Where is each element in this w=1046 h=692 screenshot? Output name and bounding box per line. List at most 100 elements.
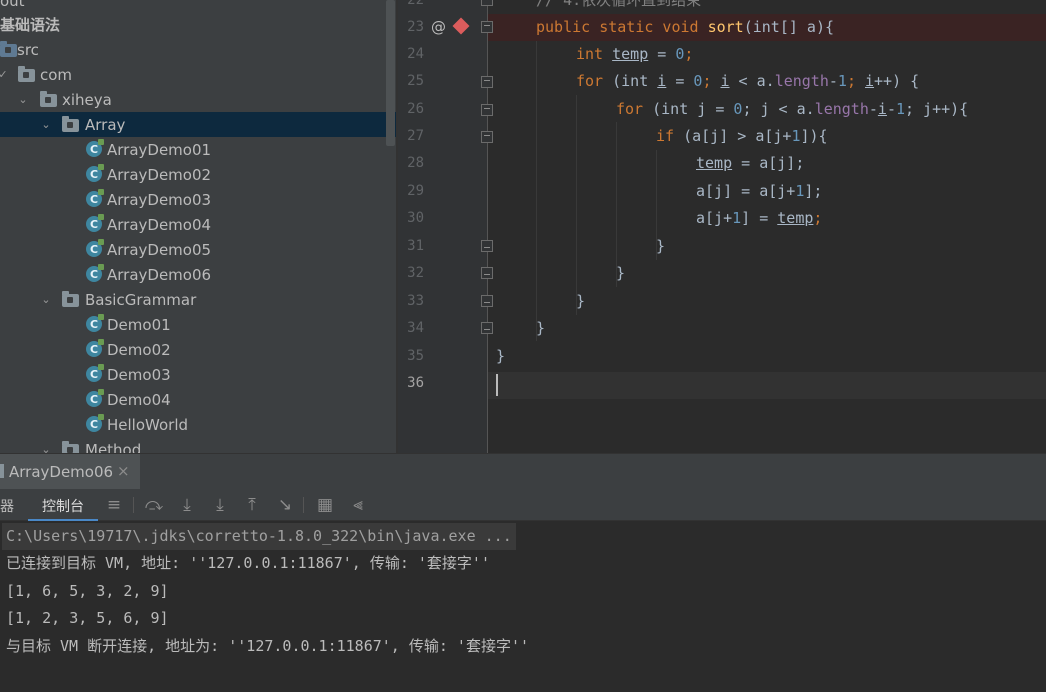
- tree-item-label: out: [0, 0, 25, 10]
- override-marker-icon[interactable]: @: [431, 14, 446, 41]
- line-number: 27: [407, 128, 424, 144]
- run-to-cursor-icon[interactable]: ↘: [275, 495, 295, 515]
- code-token: (a[j] > a[j+: [683, 127, 792, 145]
- tree-item-label: Array: [85, 115, 126, 134]
- fold-open-icon[interactable]: [481, 21, 493, 33]
- chevron-down-icon[interactable]: ✓: [0, 68, 9, 81]
- tree-item-class[interactable]: C ArrayDemo05: [0, 237, 396, 262]
- java-class-icon: C: [86, 164, 104, 182]
- code-token: i: [720, 72, 730, 90]
- force-step-into-icon[interactable]: ⤓: [210, 495, 230, 515]
- trace-icon[interactable]: ⫷: [348, 495, 368, 515]
- chevron-down-icon[interactable]: ⌄: [40, 118, 52, 131]
- chevron-down-icon[interactable]: ⌄: [17, 93, 29, 106]
- debugger-tab[interactable]: 器: [0, 496, 14, 516]
- fold-close-icon[interactable]: [481, 295, 493, 307]
- fold-close-icon[interactable]: [481, 240, 493, 252]
- fold-open-icon[interactable]: [481, 104, 493, 116]
- indent-guide: [536, 41, 537, 341]
- tree-item-class[interactable]: C Demo01: [0, 312, 396, 337]
- fold-open-icon[interactable]: [481, 76, 493, 88]
- tree-item-src[interactable]: src: [0, 37, 396, 62]
- code-line-29: a[j] = a[j+1];: [696, 178, 822, 205]
- code-line-26: for (int j = 0; j < a.length-i-1; j++){: [616, 96, 968, 123]
- console-output[interactable]: C:\Users\19717\.jdks\corretto-1.8.0_322\…: [0, 521, 1046, 692]
- code-line-32: }: [616, 264, 626, 282]
- code-token: 1: [837, 72, 847, 90]
- fold-close-icon[interactable]: [481, 322, 493, 334]
- menu-icon[interactable]: ≡: [104, 495, 124, 515]
- evaluate-expression-icon[interactable]: ▦: [315, 495, 335, 515]
- toolbar-separator: [133, 497, 134, 513]
- code-line-35: }: [496, 347, 506, 365]
- tree-item-xiheya[interactable]: ⌄ xiheya: [0, 87, 396, 112]
- step-into-icon[interactable]: ⤓: [177, 495, 197, 515]
- step-out-icon[interactable]: ⤒: [242, 495, 262, 515]
- console-tab[interactable]: 控制台: [42, 496, 84, 516]
- code-token: public static void: [536, 18, 708, 36]
- package-icon: [18, 66, 35, 82]
- fold-open-icon[interactable]: [481, 0, 493, 6]
- code-line-25: for (int i = 0; i < a.length-1; i++) {: [576, 68, 919, 95]
- tree-item-com[interactable]: ✓ com: [0, 62, 396, 87]
- run-tab[interactable]: ArrayDemo06 ×: [0, 454, 140, 489]
- tree-scrollbar[interactable]: [386, 0, 395, 146]
- line-number: 33: [407, 293, 424, 309]
- chevron-down-icon[interactable]: ⌄: [40, 293, 52, 306]
- java-class-icon: C: [86, 364, 104, 382]
- code-token: ;: [813, 209, 823, 227]
- console-line: [1, 6, 5, 3, 2, 9]: [6, 582, 169, 600]
- tree-item-basicgrammar[interactable]: ⌄ BasicGrammar: [0, 287, 396, 312]
- tree-item-class[interactable]: C ArrayDemo02: [0, 162, 396, 187]
- code-line-34: }: [536, 319, 546, 337]
- step-over-icon[interactable]: ⤼: [144, 495, 164, 515]
- code-token: for: [616, 100, 653, 118]
- tree-item-class[interactable]: C ArrayDemo04: [0, 212, 396, 237]
- java-class-icon: C: [86, 389, 104, 407]
- tree-item-class[interactable]: C HelloWorld: [0, 412, 396, 437]
- code-token: ; j++){: [905, 100, 969, 118]
- fold-open-icon[interactable]: [481, 131, 493, 143]
- fold-close-icon[interactable]: [481, 267, 493, 279]
- tree-item-label: xiheya: [62, 90, 112, 109]
- tree-item-class[interactable]: C Demo04: [0, 387, 396, 412]
- tree-item-method[interactable]: ⌄ Method: [0, 437, 396, 453]
- code-token: 1: [732, 209, 742, 227]
- code-token: temp: [612, 45, 649, 63]
- code-token: a[j+: [696, 209, 733, 227]
- close-icon[interactable]: ×: [117, 462, 130, 480]
- code-token: (int[] a){: [743, 18, 835, 36]
- tree-item-class[interactable]: C ArrayDemo03: [0, 187, 396, 212]
- code-line-28: temp = a[j];: [696, 150, 804, 177]
- tree-item-class[interactable]: C Demo02: [0, 337, 396, 362]
- toolbar-separator: [303, 497, 304, 513]
- code-token: a[j] = a[j+: [696, 182, 796, 200]
- tree-item-label: Demo02: [107, 340, 171, 359]
- java-class-icon: C: [86, 139, 104, 157]
- text-caret: [496, 374, 498, 396]
- run-tabbar: ArrayDemo06 ×: [0, 453, 1046, 489]
- code-token: -: [868, 100, 878, 118]
- tree-item-label: Demo04: [107, 390, 171, 409]
- tree-item-label: com: [40, 65, 73, 84]
- tree-item-class[interactable]: C ArrayDemo01: [0, 137, 396, 162]
- tree-item-module[interactable]: 基础语法: [0, 12, 396, 37]
- code-line-31: }: [656, 237, 666, 255]
- line-number: 35: [407, 348, 424, 364]
- java-class-icon: C: [86, 239, 104, 257]
- code-token: i: [877, 100, 887, 118]
- chevron-down-icon[interactable]: ⌄: [40, 443, 52, 454]
- code-token: =: [666, 72, 694, 90]
- project-tree: out 基础语法 src ✓ com ⌄ xiheya ⌄ Array C Ar…: [0, 0, 396, 453]
- tree-item-label: HelloWorld: [107, 415, 189, 434]
- tree-item-label: ArrayDemo05: [107, 240, 212, 259]
- tree-item-class[interactable]: C ArrayDemo06: [0, 262, 396, 287]
- line-number: 31: [407, 238, 424, 254]
- code-token: < a.: [729, 72, 775, 90]
- java-class-icon: C: [86, 314, 104, 332]
- line-number: 28: [407, 155, 424, 171]
- code-token: length: [774, 72, 829, 90]
- tree-item-array[interactable]: ⌄ Array: [0, 112, 396, 137]
- tree-item-label: 基础语法: [0, 16, 61, 34]
- tree-item-class[interactable]: C Demo03: [0, 362, 396, 387]
